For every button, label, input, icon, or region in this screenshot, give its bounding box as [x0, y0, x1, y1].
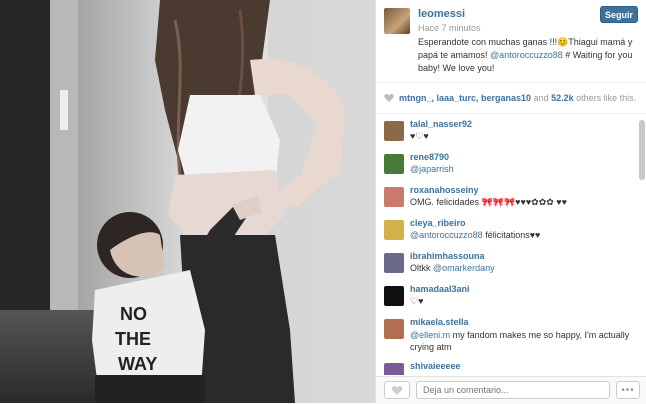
post-timestamp: Hace 7 minutos [418, 23, 481, 33]
likers-names[interactable]: mtngn_, laaa_turc, berganas10 [399, 93, 531, 103]
comment-item: mikaela.stella @elleni.m my fandom makes… [376, 312, 638, 356]
comment-footer: ••• [376, 376, 646, 404]
username-link[interactable]: leomessi [418, 8, 465, 20]
post-sidebar: leomessi Hace 7 minutos Seguir Esperando… [375, 0, 646, 404]
comment-mention[interactable]: @antoroccuzzo88 [410, 230, 483, 240]
heart-outline-icon [391, 385, 403, 395]
comment-avatar[interactable] [384, 121, 404, 141]
comment-mention[interactable]: @japarrish [410, 164, 454, 174]
comment-text: ♥♡♥ [410, 131, 429, 141]
comment-item: ibrahimhassouna Oltkk @omarkerdany [376, 246, 638, 279]
comment-text: Oltkk @omarkerdany [410, 263, 632, 273]
comment-body: Oltkk [410, 263, 434, 273]
comment-mention[interactable]: @omarkerdany [433, 263, 495, 273]
svg-text:WAY: WAY [118, 354, 157, 374]
scrollbar-thumb[interactable] [639, 120, 645, 180]
comment-avatar[interactable] [384, 319, 404, 339]
likes-text: mtngn_, laaa_turc, berganas10 and 52.2k … [399, 93, 636, 103]
comment-text: @elleni.m my fandom makes me so happy, I… [410, 329, 632, 353]
comment-username[interactable]: hamadaal3ani [410, 284, 470, 294]
comment-avatar[interactable] [384, 286, 404, 306]
comment-item: roxanahosseiny OMG. felicidades 🎀🎀🎀♥♥♥✿✿… [376, 180, 638, 213]
caption-mention[interactable]: @antoroccuzzo88 [490, 50, 563, 60]
comment-username[interactable]: ibrahimhassouna [410, 251, 485, 261]
post-photo: NO THE WAY [0, 0, 375, 403]
likes-suffix: others like this. [573, 93, 637, 103]
comment-item: cleya_ribeiro @antoroccuzzo88 félicitati… [376, 213, 638, 246]
comment-username[interactable]: mikaela.stella [410, 317, 469, 327]
photo-image: NO THE WAY [0, 0, 375, 403]
comment-username[interactable]: shivaieeeee [410, 361, 461, 371]
heart-icon [384, 94, 394, 102]
comments-list: talal_nasser92 ♥♡♥ rene8790 @japarrish r… [376, 114, 638, 375]
follow-button[interactable]: Seguir [600, 6, 638, 23]
like-button[interactable] [384, 381, 410, 399]
post-header: leomessi Hace 7 minutos Seguir Esperando… [376, 0, 646, 83]
comment-username[interactable]: roxanahosseiny [410, 185, 479, 195]
more-options-button[interactable]: ••• [616, 381, 640, 399]
comment-item: shivaieeeee [376, 356, 638, 375]
comment-username[interactable]: rene8790 [410, 152, 449, 162]
comment-avatar[interactable] [384, 220, 404, 240]
comment-avatar[interactable] [384, 253, 404, 273]
likes-count[interactable]: 52.2k [551, 93, 574, 103]
comments-scrollbar[interactable] [639, 116, 645, 374]
comment-text: OMG. felicidades 🎀🎀🎀♥♥♥✿✿✿ ♥♥ [410, 197, 567, 207]
likes-and: and [531, 93, 552, 103]
comment-text: @japarrish [410, 164, 632, 174]
comment-avatar[interactable] [384, 363, 404, 375]
comment-avatar[interactable] [384, 187, 404, 207]
comment-avatar[interactable] [384, 154, 404, 174]
comment-input[interactable] [416, 381, 610, 399]
comment-text: ♡♥ [410, 296, 424, 306]
comment-text: @antoroccuzzo88 félicitations♥♥ [410, 230, 632, 240]
svg-text:THE: THE [115, 329, 151, 349]
comment-mention[interactable]: @elleni.m [410, 330, 450, 340]
likes-row: mtngn_, laaa_turc, berganas10 and 52.2k … [376, 83, 646, 114]
comment-item: rene8790 @japarrish [376, 147, 638, 180]
comment-body: félicitations♥♥ [482, 230, 541, 240]
post-caption: Esperandote con muchas ganas !!!😊Thiagui… [418, 36, 640, 75]
comment-username[interactable]: talal_nasser92 [410, 119, 472, 129]
svg-text:NO: NO [120, 304, 147, 324]
comment-item: talal_nasser92 ♥♡♥ [376, 114, 638, 147]
user-avatar[interactable] [384, 8, 410, 34]
comment-username[interactable]: cleya_ribeiro [410, 218, 466, 228]
comment-item: hamadaal3ani ♡♥ [376, 279, 638, 312]
